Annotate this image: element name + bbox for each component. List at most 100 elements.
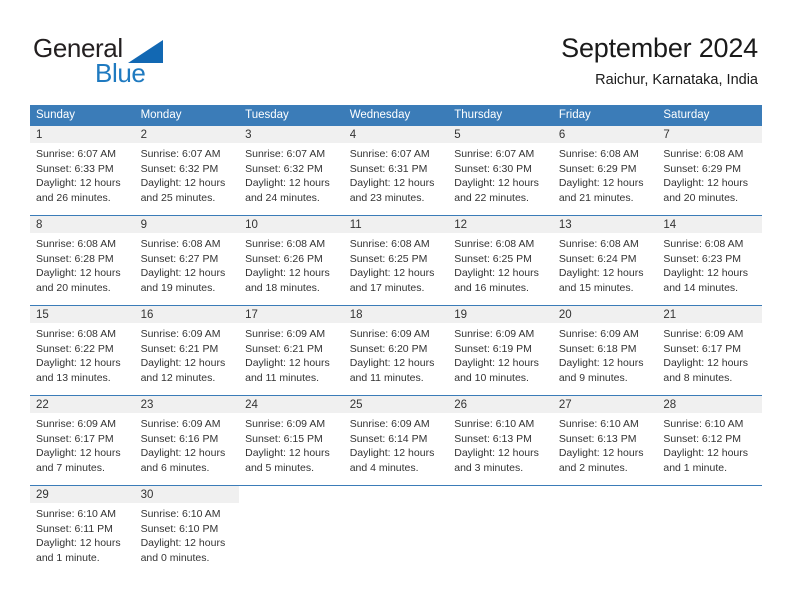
day-number: 12 xyxy=(448,216,553,233)
sunrise-text: Sunrise: 6:08 AM xyxy=(663,148,744,160)
daylight-text-line2: and 22 minutes. xyxy=(454,191,529,204)
day-cell-details: Sunrise: 6:08 AM Sunset: 6:27 PM Daylight:… xyxy=(135,233,240,295)
calendar-week-row: 1 Sunrise: 6:07 AM Sunset: 6:33 PM Daylight… xyxy=(30,126,762,216)
sunset-text: Sunset: 6:27 PM xyxy=(140,252,219,265)
daylight-text-line2: and 11 minutes. xyxy=(349,371,424,384)
daylight-text-line1: Daylight: 12 hours xyxy=(454,177,539,190)
day-cell-details: Sunrise: 6:08 AM Sunset: 6:29 PM Daylight:… xyxy=(657,143,762,205)
calendar-day-cell[interactable]: 26 Sunrise: 6:10 AM Sunset: 6:13 PM Dayligh… xyxy=(448,395,553,486)
daylight-text-line1: Daylight: 12 hours xyxy=(36,537,121,550)
sunrise-text: Sunrise: 6:08 AM xyxy=(558,148,639,160)
day-number: 4 xyxy=(343,126,449,143)
sunrise-text: Sunrise: 6:08 AM xyxy=(349,238,430,250)
calendar-day-cell[interactable]: 4 Sunrise: 6:07 AM Sunset: 6:31 PM Daylight… xyxy=(343,126,449,216)
daylight-text-line1: Daylight: 12 hours xyxy=(663,447,749,460)
sunrise-text: Sunrise: 6:08 AM xyxy=(454,238,535,250)
calendar-day-cell[interactable]: 30 Sunrise: 6:10 AM Sunset: 6:10 PM Dayligh… xyxy=(134,485,240,575)
day-cell-inner: 3 Sunrise: 6:07 AM Sunset: 6:32 PM Daylight… xyxy=(239,126,344,215)
day-number: 1 xyxy=(30,126,135,143)
daylight-text-line2: and 20 minutes. xyxy=(663,191,739,204)
calendar-week-row: 8 Sunrise: 6:08 AM Sunset: 6:28 PM Daylight… xyxy=(30,215,762,306)
calendar-day-cell[interactable]: 8 Sunrise: 6:08 AM Sunset: 6:28 PM Daylight… xyxy=(30,215,135,306)
daylight-text-line2: and 15 minutes. xyxy=(558,281,634,294)
calendar-day-cell[interactable]: 10 Sunrise: 6:08 AM Sunset: 6:26 PM Dayligh… xyxy=(239,215,344,306)
day-cell-inner: 23 Sunrise: 6:09 AM Sunset: 6:16 PM Dayligh… xyxy=(134,396,240,485)
day-cell-inner: 20 Sunrise: 6:09 AM Sunset: 6:18 PM Dayligh… xyxy=(552,306,658,395)
calendar-day-cell[interactable]: 14 Sunrise: 6:08 AM Sunset: 6:23 PM Dayligh… xyxy=(657,215,762,306)
day-cell-inner: 22 Sunrise: 6:09 AM Sunset: 6:17 PM Dayligh… xyxy=(30,396,135,485)
day-number: 21 xyxy=(657,306,762,323)
day-cell-inner: 8 Sunrise: 6:08 AM Sunset: 6:28 PM Daylight… xyxy=(30,216,135,305)
day-cell-inner: 28 Sunrise: 6:10 AM Sunset: 6:12 PM Dayligh… xyxy=(657,396,762,485)
daylight-text-line1: Daylight: 12 hours xyxy=(36,267,121,280)
daylight-text-line2: and 12 minutes. xyxy=(140,371,216,384)
calendar-day-cell[interactable]: 16 Sunrise: 6:09 AM Sunset: 6:21 PM Dayligh… xyxy=(134,305,240,396)
sunrise-text: Sunrise: 6:08 AM xyxy=(36,238,116,250)
calendar-week-row: 22 Sunrise: 6:09 AM Sunset: 6:17 PM Dayligh… xyxy=(30,395,762,486)
sunrise-text: Sunrise: 6:08 AM xyxy=(663,238,744,250)
calendar-day-cell[interactable]: 21 Sunrise: 6:09 AM Sunset: 6:17 PM Dayligh… xyxy=(657,305,762,396)
calendar-day-cell[interactable]: 13 Sunrise: 6:08 AM Sunset: 6:24 PM Dayligh… xyxy=(552,215,658,306)
brand-logo[interactable]: General Blue xyxy=(33,33,253,89)
calendar-day-cell[interactable]: 20 Sunrise: 6:09 AM Sunset: 6:18 PM Dayligh… xyxy=(552,305,658,396)
sunset-text: Sunset: 6:25 PM xyxy=(454,252,532,265)
daylight-text-line2: and 2 minutes. xyxy=(558,461,628,474)
calendar-day-cell[interactable]: 11 Sunrise: 6:08 AM Sunset: 6:25 PM Dayligh… xyxy=(343,215,449,306)
calendar-day-cell[interactable]: 27 Sunrise: 6:10 AM Sunset: 6:13 PM Dayligh… xyxy=(552,395,658,486)
calendar-day-cell[interactable]: 15 Sunrise: 6:08 AM Sunset: 6:22 PM Dayligh… xyxy=(30,305,135,396)
day-cell-details: Sunrise: 6:09 AM Sunset: 6:17 PM Daylight:… xyxy=(657,323,762,385)
calendar-day-cell[interactable]: 3 Sunrise: 6:07 AM Sunset: 6:32 PM Daylight… xyxy=(239,126,344,216)
sunset-text: Sunset: 6:11 PM xyxy=(36,522,113,535)
daylight-text-line1: Daylight: 12 hours xyxy=(349,177,435,190)
calendar-day-cell[interactable]: 25 Sunrise: 6:09 AM Sunset: 6:14 PM Dayligh… xyxy=(343,395,449,486)
day-number: 27 xyxy=(552,396,658,413)
sunset-text: Sunset: 6:19 PM xyxy=(454,342,532,355)
calendar-day-cell[interactable]: 18 Sunrise: 6:09 AM Sunset: 6:20 PM Dayligh… xyxy=(343,305,449,396)
calendar-day-cell[interactable]: 24 Sunrise: 6:09 AM Sunset: 6:15 PM Dayligh… xyxy=(239,395,344,486)
calendar-day-cell[interactable]: 1 Sunrise: 6:07 AM Sunset: 6:33 PM Daylight… xyxy=(30,126,135,216)
day-number: 3 xyxy=(239,126,344,143)
sunset-text: Sunset: 6:21 PM xyxy=(140,342,219,355)
day-number: 18 xyxy=(343,306,449,323)
calendar-day-cell[interactable]: 12 Sunrise: 6:08 AM Sunset: 6:25 PM Dayligh… xyxy=(448,215,553,306)
calendar-day-cell[interactable]: 9 Sunrise: 6:08 AM Sunset: 6:27 PM Daylight… xyxy=(134,215,240,306)
calendar-day-cell[interactable]: 2 Sunrise: 6:07 AM Sunset: 6:32 PM Daylight… xyxy=(134,126,240,216)
calendar-day-cell[interactable]: 19 Sunrise: 6:09 AM Sunset: 6:19 PM Dayligh… xyxy=(448,305,553,396)
calendar-day-cell[interactable]: 6 Sunrise: 6:08 AM Sunset: 6:29 PM Daylight… xyxy=(552,126,658,216)
calendar-page: General Blue September 2024 Raichur, Kar… xyxy=(0,0,792,612)
calendar-day-cell[interactable]: 5 Sunrise: 6:07 AM Sunset: 6:30 PM Daylight… xyxy=(448,126,553,216)
day-number: 29 xyxy=(30,486,135,503)
sunrise-text: Sunrise: 6:10 AM xyxy=(454,418,535,430)
day-cell-details: Sunrise: 6:08 AM Sunset: 6:24 PM Daylight:… xyxy=(553,233,658,295)
calendar-day-cell[interactable]: 22 Sunrise: 6:09 AM Sunset: 6:17 PM Dayligh… xyxy=(30,395,135,486)
daylight-text-line2: and 8 minutes. xyxy=(663,371,733,384)
sunrise-text: Sunrise: 6:08 AM xyxy=(245,238,326,250)
calendar-day-cell[interactable]: 23 Sunrise: 6:09 AM Sunset: 6:16 PM Dayligh… xyxy=(134,395,240,486)
day-number: 25 xyxy=(343,396,449,413)
day-cell-inner: 17 Sunrise: 6:09 AM Sunset: 6:21 PM Dayligh… xyxy=(239,306,344,395)
day-cell-inner: 14 Sunrise: 6:08 AM Sunset: 6:23 PM Dayligh… xyxy=(657,216,762,305)
calendar-day-cell[interactable]: 28 Sunrise: 6:10 AM Sunset: 6:12 PM Dayligh… xyxy=(657,395,762,486)
day-cell-inner: 4 Sunrise: 6:07 AM Sunset: 6:31 PM Daylight… xyxy=(343,126,449,215)
calendar-day-cell[interactable]: 7 Sunrise: 6:08 AM Sunset: 6:29 PM Daylight… xyxy=(657,126,762,216)
sunset-text: Sunset: 6:15 PM xyxy=(245,432,323,445)
sunset-text: Sunset: 6:25 PM xyxy=(349,252,428,265)
daylight-text-line2: and 5 minutes. xyxy=(245,461,315,474)
sunset-text: Sunset: 6:26 PM xyxy=(245,252,323,265)
sunset-text: Sunset: 6:23 PM xyxy=(663,252,742,265)
sunrise-text: Sunrise: 6:09 AM xyxy=(349,328,430,340)
daylight-text-line1: Daylight: 12 hours xyxy=(558,447,644,460)
calendar-week-row: 29 Sunrise: 6:10 AM Sunset: 6:11 PM Dayligh… xyxy=(30,485,762,575)
daylight-text-line1: Daylight: 12 hours xyxy=(454,447,539,460)
sunrise-text: Sunrise: 6:07 AM xyxy=(454,148,535,160)
day-number: 10 xyxy=(239,216,344,233)
calendar-day-cell[interactable]: 17 Sunrise: 6:09 AM Sunset: 6:21 PM Dayligh… xyxy=(239,305,344,396)
calendar-day-cell[interactable]: 29 Sunrise: 6:10 AM Sunset: 6:11 PM Dayligh… xyxy=(30,485,135,575)
daylight-text-line2: and 1 minute. xyxy=(663,461,728,474)
calendar-grid: Sunday Monday Tuesday Wednesday Thursday… xyxy=(30,105,762,575)
sunset-text: Sunset: 6:30 PM xyxy=(454,162,532,175)
daylight-text-line2: and 24 minutes. xyxy=(245,191,320,204)
sunset-text: Sunset: 6:28 PM xyxy=(36,252,114,265)
daylight-text-line1: Daylight: 12 hours xyxy=(663,357,749,370)
sunset-text: Sunset: 6:29 PM xyxy=(558,162,637,175)
